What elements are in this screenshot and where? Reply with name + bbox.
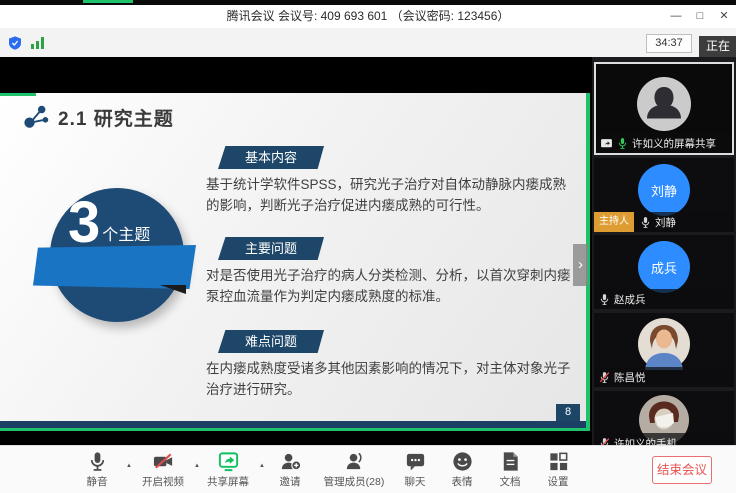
screen-share-mini-icon: [600, 137, 613, 150]
section-text-difficulty: 在内瘘成熟度受诸多其他因素影响的情况下，对主体对象光子治疗进行研究。: [206, 358, 578, 400]
window-title: 腾讯会议 会议号: 409 693 601 （会议密码: 123456）: [0, 5, 736, 28]
meeting-security-shield-icon[interactable]: [7, 35, 23, 51]
silhouette-avatar: [636, 76, 692, 132]
shared-screen-area: 2.1 研究主题 3 个主题 基本内容 基于统计学软件SPSS，研究光子治疗对自…: [0, 57, 592, 445]
participant-name: 许如义的屏幕共享: [632, 136, 716, 151]
participant-name: 陈昌悦: [614, 370, 646, 385]
invite-button[interactable]: 邀请: [262, 450, 318, 489]
section-badge-difficulty: 难点问题: [218, 330, 324, 353]
close-button[interactable]: ✕: [712, 5, 736, 28]
end-meeting-button[interactable]: 结束会议: [652, 456, 712, 484]
mic-icon: [86, 450, 109, 473]
meeting-timer: 34:37: [646, 34, 692, 53]
section-badge-main: 主要问题: [218, 237, 324, 260]
share-screen-button[interactable]: 共享屏幕: [200, 450, 256, 489]
meeting-toolbar: 静音 ▲ 开启视频 ▲ 共享屏幕 ▲ 邀请: [0, 445, 736, 493]
photo-avatar: [638, 318, 690, 370]
slide-footer-bar: [0, 421, 587, 428]
participant-tile-screen-share[interactable]: 许如义的屏幕共享: [594, 62, 734, 155]
invite-person-icon: [279, 450, 302, 473]
window-titlebar[interactable]: 腾讯会议 会议号: 409 693 601 （会议密码: 123456） — □…: [0, 5, 736, 28]
initials-avatar: 刘静: [638, 164, 690, 216]
section-badge-basic: 基本内容: [218, 146, 324, 169]
mic-on-icon: [616, 137, 629, 150]
network-signal-icon[interactable]: [31, 37, 45, 49]
participants-panel: 许如义的屏幕共享 刘静 主持人 刘静 成兵 赵成兵: [592, 57, 736, 445]
topic-number: 3: [68, 193, 100, 253]
mic-muted-icon: [598, 371, 611, 384]
slide-title: 2.1 研究主题: [58, 104, 174, 131]
mic-muted-icon: [598, 437, 611, 446]
chat-bubble-icon: [404, 450, 427, 473]
participant-tile-chenchangyue[interactable]: 陈昌悦: [594, 313, 734, 387]
topic-unit: 个主题: [102, 221, 150, 245]
participant-name: 许如义的手机: [614, 436, 677, 446]
initials-avatar: 成兵: [638, 241, 690, 293]
section-text-main: 对是否使用光子治疗的病人分类检测、分析，以首次穿刺内瘘泵控血流量作为判定内瘘成熟…: [206, 265, 578, 307]
minimize-button[interactable]: —: [664, 5, 688, 28]
manage-members-button[interactable]: 管理成员(28): [316, 450, 392, 489]
presentation-slide: 2.1 研究主题 3 个主题 基本内容 基于统计学软件SPSS，研究光子治疗对自…: [0, 93, 587, 421]
document-icon: [499, 450, 522, 473]
maximize-button[interactable]: □: [688, 5, 712, 28]
settings-button[interactable]: 设置: [530, 450, 586, 489]
section-text-basic: 基于统计学软件SPSS，研究光子治疗对自体动静脉内瘘成熟的影响，判断光子治疗促进…: [206, 174, 578, 216]
participant-tile-zhaochengbing[interactable]: 成兵 赵成兵: [594, 235, 734, 309]
camera-off-icon: [152, 450, 175, 473]
participant-tile-liujing[interactable]: 刘静 主持人 刘静: [594, 158, 734, 232]
host-badge: 主持人: [594, 212, 634, 232]
mic-icon: [639, 216, 652, 229]
participant-tile-xuruyi-phone[interactable]: 许如义的手机: [594, 391, 734, 445]
start-video-button[interactable]: 开启视频: [135, 450, 191, 489]
share-screen-icon: [217, 450, 240, 473]
slide-next-arrow: ›: [573, 244, 588, 286]
settings-grid-icon: [547, 450, 570, 473]
members-icon: [343, 450, 366, 473]
participant-name: 刘静: [655, 215, 676, 230]
mute-button[interactable]: 静音: [69, 450, 125, 489]
participant-name: 赵成兵: [614, 292, 646, 307]
share-border-top: [0, 93, 36, 96]
meeting-statusbar: 34:37 正在: [0, 28, 736, 57]
topic-count: 3 个主题: [68, 193, 150, 253]
smiley-icon: [451, 450, 474, 473]
mic-icon: [598, 293, 611, 306]
window-controls: — □ ✕: [664, 5, 736, 28]
sharing-status-popup: 正在: [699, 36, 736, 57]
slide-page-number: 8: [556, 404, 580, 421]
molecule-icon: [22, 102, 52, 132]
share-border-fragment: [83, 0, 133, 3]
mute-options-caret[interactable]: ▲: [126, 463, 132, 469]
ribbon-fold-shadow: [160, 285, 186, 294]
share-border-bottom: [0, 428, 590, 431]
